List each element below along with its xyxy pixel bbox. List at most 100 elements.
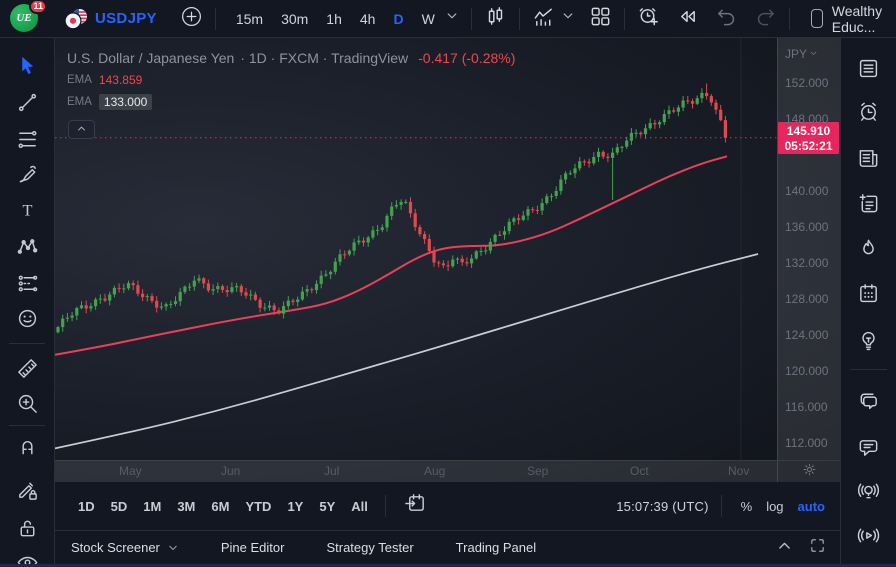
alerts-icon[interactable]	[854, 97, 884, 125]
go-to-date-button[interactable]	[401, 489, 430, 523]
panel-stock-screener[interactable]: Stock Screener	[71, 540, 179, 555]
notification-badge: 11	[29, 0, 47, 14]
range-1Y[interactable]: 1Y	[279, 494, 311, 519]
xabcd-pattern-icon[interactable]	[12, 232, 42, 260]
brush-icon[interactable]	[12, 160, 42, 188]
bar-replay-button[interactable]	[673, 2, 702, 36]
toolbar-separator	[624, 8, 625, 30]
undo-button[interactable]	[712, 2, 741, 36]
app-logo[interactable]: UE 11	[10, 4, 40, 34]
timeframe-4h[interactable]: 4h	[353, 8, 383, 30]
open-panel-button[interactable]	[772, 533, 797, 563]
range-1M[interactable]: 1M	[135, 494, 169, 519]
cursor-icon[interactable]	[12, 51, 42, 79]
indicator-label: EMA	[67, 74, 92, 86]
bottom-toolbar: 1D5D1M3M6MYTD1Y5YAll 15:07:39 (UTC) %log…	[55, 482, 840, 530]
tradingview-app: UE 11 USDJPY 15m30m1h4hDW	[0, 0, 896, 567]
text-icon[interactable]: T	[12, 196, 42, 224]
chart-legend: U.S. Dollar / Japanese Yen · 1D · FXCM ·…	[67, 50, 515, 110]
month-label: Nov	[728, 464, 749, 478]
gear-icon	[802, 462, 817, 482]
emoji-icon[interactable]	[12, 304, 42, 332]
timeframe-1h[interactable]: 1h	[319, 8, 349, 30]
text-notes-icon[interactable]	[854, 189, 884, 217]
range-3M[interactable]: 3M	[169, 494, 203, 519]
month-label: May	[119, 464, 142, 478]
indicator-templates-chevron[interactable]	[558, 6, 578, 31]
drawing-lock-icon[interactable]	[12, 476, 42, 504]
indicator-row-ema-slow[interactable]: EMA 133.000	[67, 94, 515, 110]
chats-icon[interactable]	[854, 386, 884, 414]
timeframe-15m[interactable]: 15m	[229, 8, 270, 30]
zoom-in-icon[interactable]	[12, 389, 42, 417]
symbol-name: USDJPY	[95, 10, 157, 27]
range-All[interactable]: All	[343, 494, 376, 519]
time-axis[interactable]: MayJunJulAugSepOctNov	[55, 460, 777, 482]
indicators-button[interactable]	[529, 2, 558, 36]
lock-all-icon[interactable]	[12, 514, 42, 542]
range-6M[interactable]: 6M	[203, 494, 237, 519]
news-icon[interactable]	[854, 144, 884, 172]
range-YTD[interactable]: YTD	[237, 494, 279, 519]
live-streams-icon[interactable]	[854, 521, 884, 549]
collapse-legend-button[interactable]	[68, 120, 95, 139]
chart-style-button[interactable]	[481, 2, 510, 36]
ideas-stream-icon[interactable]	[854, 476, 884, 504]
bottom-panel-bar: Stock Screener Pine Editor Strategy Tester…	[55, 530, 840, 564]
symbol-search-button[interactable]: USDJPY	[64, 7, 157, 31]
ruler-icon[interactable]	[12, 354, 42, 382]
calendar-arrow-icon	[404, 492, 427, 520]
price-tick: 152.000	[785, 76, 828, 90]
redo-button[interactable]	[751, 2, 780, 36]
calendar-icon[interactable]	[854, 279, 884, 307]
indicator-label: EMA	[67, 96, 92, 108]
chart-pane[interactable]: U.S. Dollar / Japanese Yen · 1D · FXCM ·…	[55, 38, 777, 460]
timeframe-group: 15m30m1h4hDW	[229, 8, 442, 30]
timeframes-chevron-button[interactable]	[442, 6, 462, 31]
magnet-icon[interactable]	[12, 431, 42, 459]
private-chat-icon[interactable]	[854, 433, 884, 461]
change-value: -0.417 (-0.28%)	[418, 50, 515, 66]
price-axis[interactable]: JPY 145.910 05:52:21 152.000148.000140.0…	[778, 38, 840, 460]
toolbar-separator	[385, 495, 386, 517]
layout-grid-button[interactable]	[586, 2, 615, 36]
sidebar-divider	[9, 343, 45, 344]
scale-auto[interactable]: auto	[791, 495, 832, 518]
ideas-icon[interactable]	[854, 326, 884, 354]
account-name: Wealthy Educ...	[832, 3, 889, 35]
fullscreen-button[interactable]	[805, 533, 830, 563]
panel-label: Trading Panel	[456, 540, 536, 555]
panel-strategy-tester[interactable]: Strategy Tester	[326, 540, 413, 555]
forecast-icon[interactable]	[12, 269, 42, 297]
scale-log[interactable]: log	[759, 495, 790, 518]
trend-line-icon[interactable]	[12, 88, 42, 116]
layout-account-menu[interactable]: Wealthy Educ...	[811, 3, 896, 35]
symbol-title[interactable]: U.S. Dollar / Japanese Yen	[67, 50, 234, 66]
timeframe-D[interactable]: D	[386, 8, 410, 30]
range-5Y[interactable]: 5Y	[311, 494, 343, 519]
range-1D[interactable]: 1D	[70, 494, 103, 519]
timeframe-W[interactable]: W	[415, 8, 442, 30]
currency-label: JPY	[785, 47, 807, 61]
panel-trading-panel[interactable]: Trading Panel	[456, 540, 536, 555]
timeframe-30m[interactable]: 30m	[274, 8, 315, 30]
price-axis-currency[interactable]: JPY	[785, 47, 818, 61]
fib-retracement-icon[interactable]	[12, 125, 42, 153]
chevron-down-icon	[561, 9, 575, 28]
watchlist-icon[interactable]	[854, 54, 884, 82]
chevron-up-icon	[76, 121, 87, 139]
redo-icon	[754, 5, 777, 33]
chart-settings-button[interactable]	[778, 460, 840, 482]
scale-buttons: %logauto	[734, 495, 832, 518]
toolbar-separator	[721, 495, 722, 517]
hide-drawings-icon[interactable]	[12, 548, 42, 564]
compare-add-symbol-button[interactable]	[177, 2, 206, 36]
hotlists-icon[interactable]	[854, 234, 884, 262]
range-5D[interactable]: 5D	[103, 494, 136, 519]
panel-pine-editor[interactable]: Pine Editor	[221, 540, 285, 555]
create-alert-button[interactable]	[634, 2, 663, 36]
scale-%[interactable]: %	[734, 495, 760, 518]
clock[interactable]: 15:07:39 (UTC)	[616, 499, 708, 514]
sidebar-divider	[850, 369, 887, 370]
indicator-row-ema-fast[interactable]: EMA 143.859	[67, 73, 515, 87]
